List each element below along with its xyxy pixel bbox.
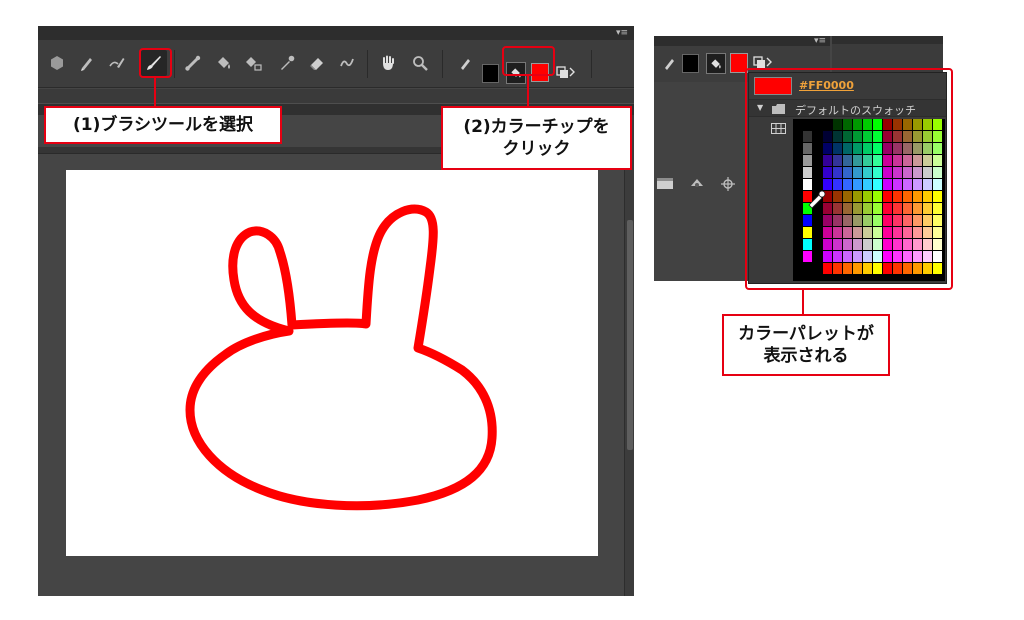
fill-bucket-tool-icon[interactable] (240, 50, 266, 76)
3d-tool-icon[interactable] (688, 176, 706, 190)
toolbar-separator (174, 50, 175, 78)
side-panel-menu-icon[interactable]: ▾≡ (814, 36, 826, 46)
bone-tool-icon[interactable] (180, 50, 206, 76)
toolbar-separator (442, 50, 443, 78)
palette-highlight (745, 68, 953, 290)
zoom-tool-icon[interactable] (407, 50, 433, 76)
smooth-brush-tool-icon[interactable] (104, 50, 130, 76)
shape-tool-icon[interactable] (44, 50, 70, 76)
side-pencil-icon (656, 50, 682, 76)
side-stroke-color-chip[interactable] (682, 54, 699, 73)
stroke-color-chip[interactable] (482, 64, 499, 83)
rabbit-drawing (185, 204, 497, 511)
smudge-tool-icon[interactable] (334, 50, 360, 76)
clapper-icon[interactable] (656, 176, 674, 190)
vertical-scroll-thumb[interactable] (627, 220, 633, 450)
rabbit-outline (185, 204, 497, 511)
options-bar (38, 89, 634, 103)
callout-result-line1: カラーパレットが (738, 324, 874, 344)
color-chip-highlight (502, 46, 555, 76)
toolbar-separator (591, 50, 592, 78)
callout-leader-1 (154, 78, 156, 108)
drawing-canvas[interactable] (66, 170, 598, 556)
callout-step1-text: (1)ブラシツールを選択 (72, 115, 254, 135)
callout-step2-line1: (2)カラーチップを (463, 117, 610, 137)
panel-menu-icon[interactable]: ▾≡ (616, 28, 628, 38)
toolbar-separator (367, 50, 368, 78)
side-panel-title-bar: ▾≡ (654, 36, 830, 46)
callout-click-color-chip: (2)カラーチップを クリック (441, 106, 632, 170)
panel-title-bar: ▾≡ (38, 26, 634, 40)
paint-bucket-tool-icon[interactable] (210, 50, 236, 76)
side-fill-bucket-icon (706, 53, 726, 74)
eyedropper-tool-icon[interactable] (274, 50, 300, 76)
callout-result-line2: 表示される (763, 346, 849, 366)
callout-leader-3 (802, 290, 804, 314)
callout-palette-shown: カラーパレットが 表示される (722, 314, 890, 376)
stroke-color-pencil-icon (452, 50, 478, 76)
swap-colors-icon[interactable] (556, 64, 576, 82)
callout-step2-line2: クリック (502, 139, 571, 159)
vertical-scrollbar[interactable] (624, 115, 634, 596)
crosshair-icon[interactable] (720, 176, 736, 192)
hand-tool-icon[interactable] (375, 50, 401, 76)
eraser-tool-icon[interactable] (304, 50, 330, 76)
callout-select-brush: (1)ブラシツールを選択 (44, 106, 282, 144)
brush-tool-highlight (139, 48, 172, 78)
callout-leader-2 (527, 76, 529, 106)
pencil-tool-icon[interactable] (74, 50, 100, 76)
